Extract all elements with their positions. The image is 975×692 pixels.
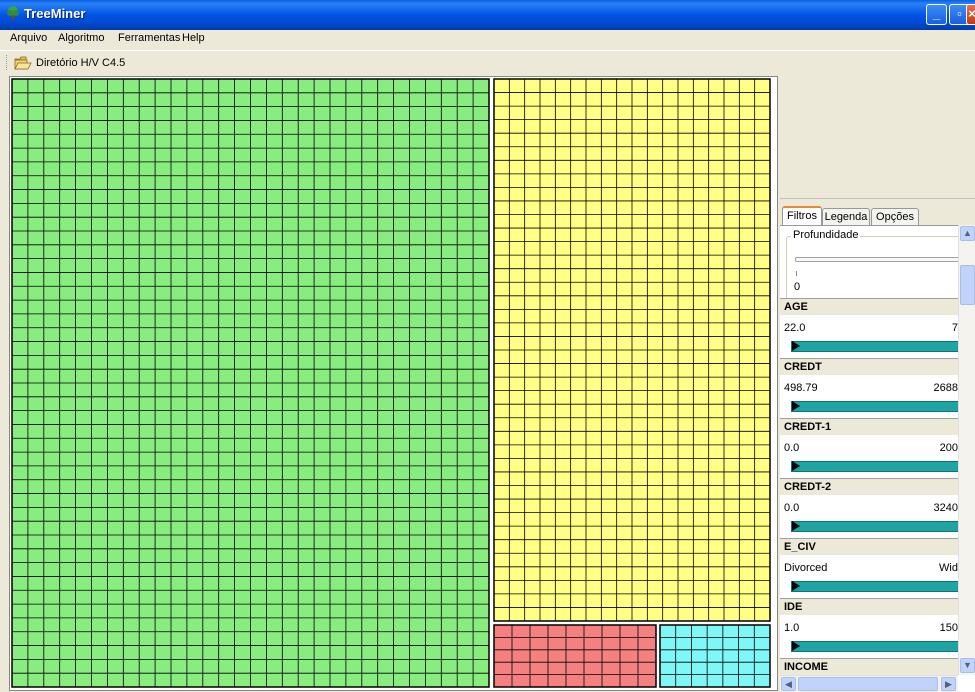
filter-header: INCOME bbox=[780, 658, 958, 675]
filter-credt-2: CREDT-2 0.0 3240 bbox=[780, 478, 961, 538]
vertical-scrollbar[interactable]: ▲ ▼ bbox=[958, 225, 975, 675]
filter-min: 0.0 bbox=[784, 502, 800, 514]
restore-icon: ▫ bbox=[957, 6, 962, 21]
depth-slider-tick bbox=[796, 271, 797, 276]
filter-header: AGE bbox=[780, 298, 958, 315]
range-slider[interactable] bbox=[791, 521, 961, 532]
filter-age: AGE 22.0 7 bbox=[780, 298, 961, 358]
filter-max: 3240 bbox=[933, 502, 958, 514]
depth-value: 0 bbox=[794, 281, 801, 293]
filter-header: CREDT-1 bbox=[780, 418, 958, 435]
tab-filtros[interactable]: Filtros bbox=[782, 206, 822, 226]
minimize-icon: _ bbox=[932, 6, 941, 21]
treemap-region-cyan[interactable] bbox=[659, 624, 771, 688]
filter-min: 1.0 bbox=[784, 622, 800, 634]
treemap-region-green[interactable] bbox=[11, 78, 490, 688]
folder-open-icon[interactable] bbox=[14, 56, 32, 70]
filter-credt-1: CREDT-1 0.0 200 bbox=[780, 418, 961, 478]
menu-arquivo[interactable]: Arquivo bbox=[10, 32, 47, 44]
filter-max: 2688 bbox=[933, 382, 958, 394]
range-slider[interactable] bbox=[791, 581, 961, 592]
menu-ferramentas[interactable]: Ferramentas bbox=[118, 32, 180, 44]
filter-income: INCOME bbox=[780, 658, 958, 675]
filter-name: E_CIV bbox=[784, 541, 816, 553]
depth-slider[interactable] bbox=[795, 257, 973, 262]
filter-name: CREDT bbox=[784, 361, 822, 373]
filter-name: CREDT-1 bbox=[784, 421, 832, 433]
range-slider[interactable] bbox=[791, 341, 961, 352]
filter-max: 150 bbox=[939, 622, 958, 634]
menu-algoritmo[interactable]: Algoritmo bbox=[58, 32, 104, 44]
title-bar: TreeMiner _ ▫ × bbox=[0, 0, 975, 30]
filter-header: CREDT bbox=[780, 358, 958, 375]
play-icon[interactable] bbox=[792, 341, 800, 351]
close-button[interactable]: × bbox=[966, 4, 975, 25]
scroll-right-button[interactable]: ▶ bbox=[941, 677, 956, 691]
range-slider[interactable] bbox=[791, 461, 961, 472]
filter-name: CREDT-2 bbox=[784, 481, 832, 493]
filter-name: AGE bbox=[784, 301, 808, 313]
tree-icon bbox=[7, 6, 19, 20]
toolbar: Diretório H/V C4.5 bbox=[0, 50, 975, 75]
play-icon[interactable] bbox=[792, 581, 800, 591]
play-icon[interactable] bbox=[792, 461, 800, 471]
window-title: TreeMiner bbox=[24, 6, 86, 21]
preview-panel bbox=[780, 76, 975, 199]
filter-e-civ: E_CIV Divorced Wid bbox=[780, 538, 961, 598]
treemap-view[interactable] bbox=[9, 76, 778, 691]
tab-legenda[interactable]: Legenda bbox=[822, 208, 870, 225]
scroll-thumb[interactable] bbox=[798, 677, 938, 691]
toolbar-grip bbox=[6, 55, 9, 70]
treemap[interactable] bbox=[10, 77, 777, 690]
minimize-button[interactable]: _ bbox=[926, 4, 947, 25]
play-icon[interactable] bbox=[792, 401, 800, 411]
scroll-down-button[interactable]: ▼ bbox=[960, 658, 975, 673]
treemap-region-red[interactable] bbox=[493, 624, 657, 688]
tab-opcoes[interactable]: Opções bbox=[871, 208, 919, 225]
filter-min: 22.0 bbox=[784, 322, 806, 334]
toolbar-label[interactable]: Diretório H/V C4.5 bbox=[36, 57, 125, 69]
filter-header: CREDT-2 bbox=[780, 478, 958, 495]
filter-header: E_CIV bbox=[780, 538, 958, 555]
treemap-region-yellow[interactable] bbox=[493, 78, 771, 622]
menu-bar: Arquivo Algoritmo Ferramentas Help bbox=[0, 30, 975, 48]
filter-max: 200 bbox=[939, 442, 958, 454]
play-icon[interactable] bbox=[792, 641, 800, 651]
scroll-thumb[interactable] bbox=[960, 265, 975, 305]
filter-header: IDE bbox=[780, 598, 958, 615]
filter-min: Divorced bbox=[784, 562, 828, 574]
depth-title: Profundidade bbox=[791, 229, 861, 241]
filter-ide: IDE 1.0 150 bbox=[780, 598, 961, 658]
scroll-left-button[interactable]: ◀ bbox=[781, 677, 796, 691]
scroll-up-button[interactable]: ▲ bbox=[960, 226, 975, 241]
filter-name: IDE bbox=[784, 601, 803, 613]
horizontal-scrollbar[interactable]: ◀ ▶ bbox=[780, 675, 958, 692]
filter-min: 498.79 bbox=[784, 382, 818, 394]
range-slider[interactable] bbox=[791, 641, 961, 652]
filter-max: Wid bbox=[939, 562, 958, 574]
range-slider[interactable] bbox=[791, 401, 961, 412]
filter-min: 0.0 bbox=[784, 442, 800, 454]
filter-credt: CREDT 498.79 2688 bbox=[780, 358, 961, 418]
depth-group: Profundidade 0 bbox=[786, 229, 975, 300]
filter-name: INCOME bbox=[784, 661, 828, 673]
close-icon: × bbox=[968, 6, 975, 21]
play-icon[interactable] bbox=[792, 521, 800, 531]
menu-help[interactable]: Help bbox=[182, 32, 205, 44]
